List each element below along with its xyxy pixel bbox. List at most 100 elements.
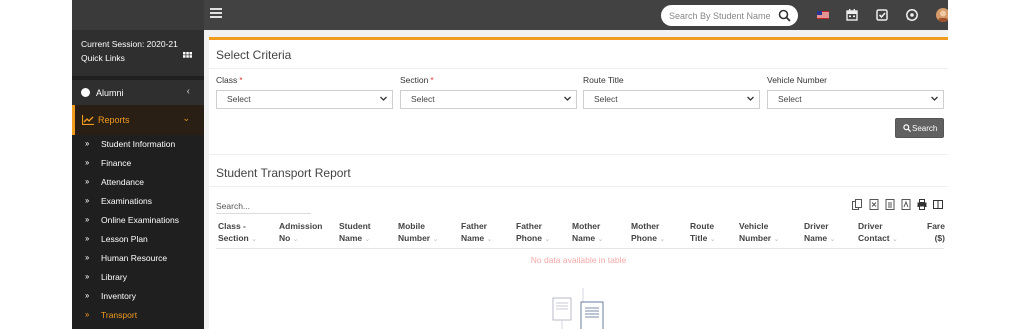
double-chevron-right-icon: ››	[85, 253, 89, 262]
sort-icon: ⌄	[432, 236, 439, 243]
double-chevron-right-icon: ››	[85, 215, 89, 224]
double-chevron-right-icon: ››	[85, 177, 89, 186]
route-title-select[interactable]: Select	[583, 90, 760, 109]
sort-icon: ⌄	[251, 236, 257, 243]
flag-icon[interactable]	[816, 8, 830, 22]
double-chevron-right-icon: ››	[85, 139, 89, 148]
class-select[interactable]: Select	[216, 90, 393, 109]
submenu-item-lesson-plan[interactable]: ›› Lesson Plan	[72, 231, 204, 250]
sort-icon: ⌄	[597, 236, 604, 243]
chevron-down-icon: ⌄	[182, 113, 190, 123]
submenu-item-label: Inventory	[101, 291, 136, 301]
line-chart-icon	[82, 115, 94, 125]
column-header-mobile-number[interactable]: Mobile Number ⌄	[398, 220, 438, 246]
submenu-item-attendance[interactable]: ›› Attendance	[72, 174, 204, 193]
print-icon[interactable]	[917, 199, 927, 210]
search-button-label: Search	[912, 124, 938, 133]
chevron-down-icon	[747, 96, 754, 101]
column-header-driver-contact[interactable]: Driver Contact ⌄	[858, 220, 898, 246]
chevron-down-icon	[380, 96, 387, 101]
pdf-icon[interactable]	[901, 199, 911, 210]
sidebar: Current Session: 2020-21 Quick Links Alu…	[72, 30, 204, 329]
whatsapp-icon[interactable]	[905, 8, 919, 22]
submenu-item-human-resource[interactable]: ›› Human Resource	[72, 250, 204, 269]
class-label: Class *	[216, 75, 243, 85]
csv-icon[interactable]	[885, 199, 895, 210]
table-header-divider	[216, 248, 944, 249]
submenu-item-label: Finance	[101, 158, 132, 168]
reports-submenu: ›› Student Information ›› Finance ›› Attend…	[72, 136, 204, 326]
column-header-admission-no[interactable]: Admission No ⌄	[279, 220, 322, 246]
grid-icon[interactable]	[183, 52, 192, 60]
column-header-father-phone[interactable]: Father Phone ⌄	[516, 220, 550, 246]
divider	[209, 186, 948, 187]
vehicle-number-select[interactable]: Select	[767, 90, 944, 109]
chevron-left-icon: ‹	[186, 86, 190, 97]
empty-table-message: No data available in table	[530, 255, 627, 265]
quick-links-label[interactable]: Quick Links	[81, 51, 195, 65]
user-avatar[interactable]	[936, 8, 948, 22]
sidebar-item-alumni[interactable]: Alumni ‹	[72, 80, 204, 106]
submenu-item-student-information[interactable]: ›› Student Information	[72, 136, 204, 155]
route-title-select-value: Select	[594, 94, 618, 104]
task-icon[interactable]	[875, 8, 889, 22]
submenu-item-transport[interactable]: ›› Transport	[72, 307, 204, 326]
vehicle-number-select-value: Select	[778, 94, 802, 104]
sort-icon: ⌄	[292, 236, 299, 243]
column-header-vehicle-number[interactable]: Vehicle Number ⌄	[739, 220, 779, 246]
top-navbar	[72, 0, 948, 30]
avatar-icon	[938, 10, 948, 22]
sort-icon: ⌄	[829, 236, 836, 243]
current-session-label: Current Session: 2020-21	[81, 39, 178, 49]
divider	[209, 68, 948, 69]
sort-icon: ⌄	[544, 236, 551, 243]
submenu-item-library[interactable]: ›› Library	[72, 269, 204, 288]
column-header-class-section[interactable]: Class - Section ⌄	[218, 220, 257, 246]
divider	[209, 154, 948, 155]
hamburger-menu-icon[interactable]	[210, 8, 222, 22]
submenu-item-online-examinations[interactable]: ›› Online Examinations	[72, 212, 204, 231]
column-header-mother-name[interactable]: Mother Name ⌄	[572, 220, 603, 246]
search-button[interactable]: Search	[895, 118, 944, 138]
excel-icon[interactable]	[869, 199, 879, 210]
submenu-item-label: Examinations	[101, 196, 153, 206]
report-title: Student Transport Report	[216, 166, 351, 180]
column-header-father-name[interactable]: Father Name ⌄	[461, 220, 492, 246]
student-search-input[interactable]	[669, 8, 775, 23]
column-header-student-name[interactable]: Student Name ⌄	[339, 220, 371, 246]
route-title-label: Route Title	[583, 75, 624, 85]
column-header-route-title[interactable]: Route Title ⌄	[690, 220, 716, 246]
sidebar-item-reports[interactable]: Reports ⌄	[72, 105, 204, 135]
search-icon	[903, 124, 911, 132]
double-chevron-right-icon: ››	[85, 234, 89, 243]
column-header-fare[interactable]: Fare ($)	[927, 220, 945, 244]
submenu-item-finance[interactable]: ›› Finance	[72, 155, 204, 174]
sort-icon: ⌄	[892, 236, 898, 243]
column-header-driver-name[interactable]: Driver Name ⌄	[804, 220, 835, 246]
submenu-item-label: Human Resource	[101, 253, 168, 263]
brand-area	[72, 0, 204, 30]
session-block: Current Session: 2020-21 Quick Links	[72, 30, 204, 76]
chevron-down-icon	[931, 96, 938, 101]
main-content: Select Criteria Class * Section * Route Ti…	[209, 37, 948, 329]
section-select[interactable]: Select	[400, 90, 577, 109]
column-header-mother-phone[interactable]: Mother Phone ⌄	[631, 220, 665, 246]
chevron-down-icon	[564, 96, 571, 101]
sidebar-item-label: Alumni	[96, 88, 124, 98]
double-chevron-right-icon: ››	[85, 310, 89, 319]
submenu-item-label: Lesson Plan	[101, 234, 148, 244]
submenu-item-label: Attendance	[101, 177, 145, 187]
sort-icon: ⌄	[659, 236, 666, 243]
sort-icon: ⌄	[364, 236, 371, 243]
table-search-input[interactable]	[216, 198, 311, 214]
select-criteria-title: Select Criteria	[216, 48, 292, 62]
calendar-icon[interactable]	[845, 8, 859, 22]
double-chevron-right-icon: ››	[85, 291, 89, 300]
double-chevron-right-icon: ››	[85, 272, 89, 281]
submenu-item-examinations[interactable]: ›› Examinations	[72, 193, 204, 212]
copy-icon[interactable]	[852, 199, 862, 210]
submenu-item-inventory[interactable]: ›› Inventory	[72, 288, 204, 307]
vehicle-number-label: Vehicle Number	[767, 75, 828, 85]
search-icon[interactable]	[778, 9, 791, 22]
columns-icon[interactable]	[933, 199, 943, 210]
